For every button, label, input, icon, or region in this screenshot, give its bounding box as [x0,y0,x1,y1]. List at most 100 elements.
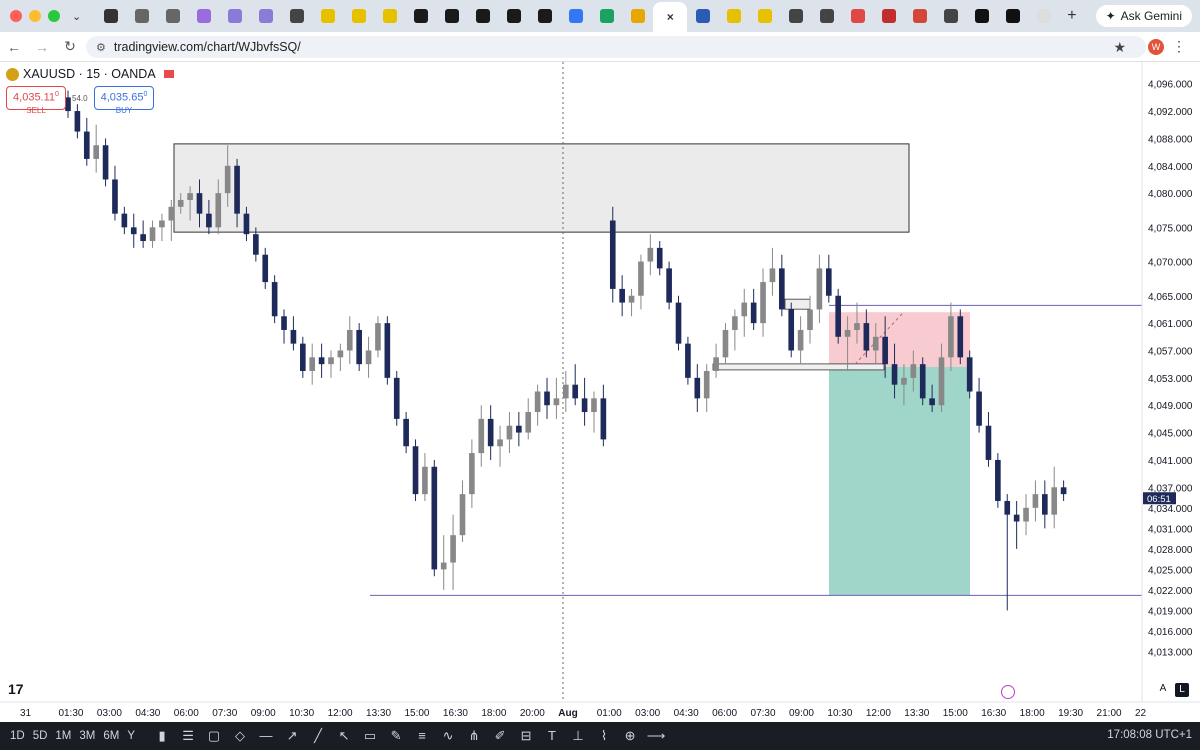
polygon-icon[interactable]: ◇ [229,728,251,744]
tab-4-favicon [227,9,242,23]
horizontal-line-icon[interactable]: — [255,728,277,744]
candle-body [459,494,466,536]
minimize-window-button[interactable] [29,10,41,22]
tab-p-2[interactable] [436,3,467,29]
forward-arrow-icon[interactable]: → [28,39,56,55]
buy-button[interactable]: 4,035.650 BUY [94,86,154,115]
ray-icon[interactable]: ↗ [281,728,303,744]
tab-black-1[interactable] [966,3,997,29]
anchor-icon[interactable]: ⊥ [567,728,589,744]
candle-body [234,165,240,214]
tab-play-1[interactable] [560,3,591,29]
tab-p-3[interactable] [467,3,498,29]
browser-menu-icon[interactable]: ⋮ [1172,38,1186,55]
range-button-1m[interactable]: 1M [55,730,71,742]
profile-avatar[interactable]: W [1148,39,1164,55]
symbol-header[interactable]: XAUUSD · 15 · OANDA [6,67,174,81]
tab-ex-5[interactable] [749,3,780,29]
candle-body [262,254,269,283]
range-button-1d[interactable]: 1D [10,730,25,742]
callout-icon[interactable]: ▭ [359,728,381,744]
tab-bell[interactable] [622,3,653,29]
new-tab-button[interactable]: + [1067,7,1076,25]
highlighter-icon[interactable]: ✐ [489,728,511,744]
text-icon[interactable]: T [541,728,563,744]
price-tick-label: 4,061.000 [1148,319,1193,330]
tab-p-5[interactable] [529,3,560,29]
path-icon[interactable]: ∿ [437,728,459,744]
tab-3[interactable] [188,3,219,29]
tab-2[interactable] [157,3,188,29]
candle-body [1013,514,1020,522]
range-button-3m[interactable]: 3M [79,730,95,742]
measure-icon[interactable]: ⊟ [515,728,537,744]
tab-copilot[interactable] [95,3,126,29]
tab-gmail[interactable] [904,3,935,29]
tab-chrome-1[interactable] [281,3,312,29]
price-tick-label: 4,075.000 [1148,223,1193,234]
tradingview-logo-icon[interactable]: 17 [8,681,24,697]
chevron-down-icon[interactable]: ⌄ [72,10,81,23]
range-button-y[interactable]: Y [127,730,135,742]
tab-p-1[interactable] [405,3,436,29]
auto-scale-button[interactable]: A [1156,683,1170,697]
candles-icon[interactable]: ▮ [151,728,173,744]
url-input[interactable]: ⚙ tradingview.com/chart/WJbvfsSQ/ ★ [86,36,1146,58]
tab-ex-3[interactable] [374,3,405,29]
supply-zone [173,143,910,233]
tab-chrome-2[interactable] [780,3,811,29]
pitchfork-icon[interactable]: ⋔ [463,728,485,744]
tab-fn-favicon [1036,9,1051,23]
tab-black-2[interactable] [997,3,1028,29]
bookmark-star-icon[interactable]: ★ [1113,39,1126,56]
cursor-icon[interactable]: ↖ [333,728,355,744]
tab-x[interactable] [873,3,904,29]
lines-icon[interactable]: ☰ [177,728,199,744]
tab-chrome-3[interactable] [811,3,842,29]
wave-icon[interactable]: ⌇ [593,728,615,744]
candle-body [534,391,541,413]
tab-d[interactable] [842,3,873,29]
rectangle-icon[interactable]: ▢ [203,728,225,744]
dash-icon[interactable]: ⟶ [645,728,667,744]
candle-body [788,309,795,351]
price-chart[interactable]: 4,096.000 4,092.000 4,088.000 4,084.000 4,08… [0,62,1200,722]
tab-fn[interactable] [1028,3,1059,29]
tab-chrome-4[interactable] [935,3,966,29]
tab-ex-2[interactable] [343,3,374,29]
tab-4[interactable] [219,3,250,29]
candle [553,377,560,419]
sell-button[interactable]: 4,035.110 SELL [6,86,66,115]
tab-5[interactable] [250,3,281,29]
zoom-icon[interactable]: ⊕ [619,728,641,744]
time-tick-label: 06:00 [174,708,199,719]
range-button-5d[interactable]: 5D [33,730,48,742]
tab-tradingview-active[interactable]: × [653,2,688,32]
tab-d-favicon [850,9,865,23]
ask-gemini-button[interactable]: ✦ Ask Gemini [1095,5,1192,27]
tab-play-2[interactable] [591,3,622,29]
tab-black-1-favicon [974,9,989,23]
tab-p-4[interactable] [498,3,529,29]
tab-chart[interactable] [687,3,718,29]
site-settings-icon[interactable]: ⚙ [96,41,106,54]
tab-ex-4[interactable] [718,3,749,29]
tab-1[interactable] [126,3,157,29]
fib-icon[interactable]: ≡ [411,728,433,744]
close-window-button[interactable] [10,10,22,22]
back-arrow-icon[interactable]: ← [0,39,28,55]
range-button-6m[interactable]: 6M [103,730,119,742]
brush-icon[interactable]: ✎ [385,728,407,744]
zoom-window-button[interactable] [48,10,60,22]
tab-ex-1[interactable] [312,3,343,29]
reload-icon[interactable]: ↻ [56,38,84,55]
flag-icon[interactable] [163,70,174,78]
lightning-icon[interactable] [1001,685,1015,699]
price-tick-label: 4,049.000 [1148,401,1193,412]
log-scale-button[interactable]: L [1175,683,1189,697]
trend-line-icon[interactable]: ╱ [307,728,329,744]
candle-body [562,384,569,399]
candle [628,288,635,317]
candle-body [760,282,766,324]
candle [487,405,494,460]
